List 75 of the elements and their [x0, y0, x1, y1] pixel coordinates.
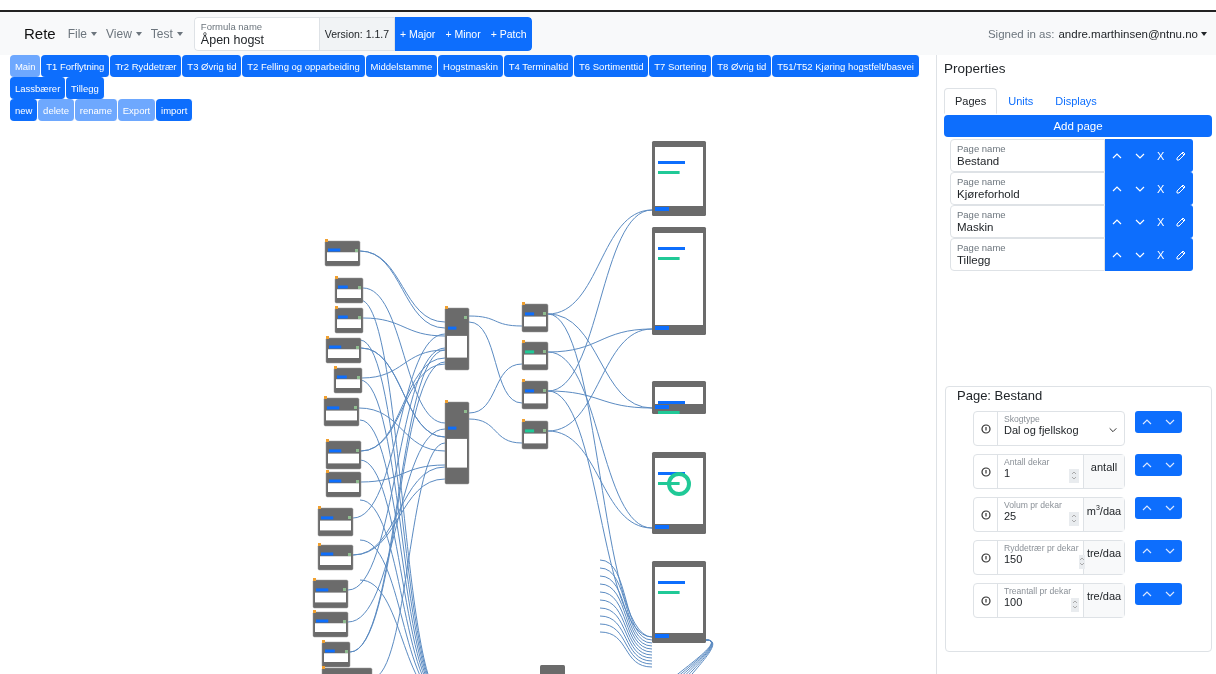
- version-label: Version: 1.1.7: [318, 16, 396, 51]
- page-tab[interactable]: T4 Terminaltid: [503, 55, 575, 77]
- action-button[interactable]: new: [10, 99, 39, 121]
- display-node[interactable]: [652, 452, 706, 534]
- graph-node[interactable]: [521, 419, 549, 450]
- edit-page-button[interactable]: [1175, 248, 1188, 261]
- edit-page-button[interactable]: [1175, 149, 1188, 162]
- page-name-field[interactable]: Page name Kjøreforhold: [950, 172, 1105, 205]
- page-tab[interactable]: Tr2 Ryddetrær: [110, 55, 183, 77]
- graph-node[interactable]: [324, 239, 361, 267]
- display-node[interactable]: [652, 381, 706, 414]
- menu-button[interactable]: Test: [150, 26, 184, 41]
- page-tab[interactable]: Tillegg: [66, 77, 105, 99]
- caret-icon: [1200, 29, 1208, 38]
- card-title: Page: Bestand: [957, 388, 1043, 403]
- version-button[interactable]: + Minor: [440, 16, 486, 51]
- graph-node[interactable]: [325, 439, 362, 470]
- page-tab[interactable]: Lassbærer: [10, 77, 67, 99]
- graph-node[interactable]: [312, 610, 349, 638]
- edit-page-button[interactable]: [1175, 215, 1188, 228]
- page-tab[interactable]: T1 Forflytning: [41, 55, 111, 77]
- formula-name-field[interactable]: Formula name Åpen hogst: [193, 16, 319, 51]
- user-menu[interactable]: andre.marthinsen@ntnu.no: [1058, 27, 1208, 40]
- graph-node[interactable]: [333, 366, 363, 394]
- page-tab[interactable]: T3 Øvrig tid: [182, 55, 243, 77]
- page-name-field[interactable]: Page name Tillegg: [950, 238, 1105, 271]
- page-tab[interactable]: Hogstmaskin: [438, 55, 504, 77]
- graph-node[interactable]: [444, 400, 470, 485]
- signed-in-label: Signed in as:: [987, 27, 1055, 40]
- graph-node[interactable]: [325, 336, 362, 364]
- graph-node[interactable]: [521, 379, 549, 410]
- graph-node[interactable]: [334, 306, 364, 334]
- graph-node[interactable]: [521, 340, 549, 371]
- action-button[interactable]: import: [156, 99, 194, 121]
- delete-page-button[interactable]: X: [1156, 248, 1165, 261]
- panel-tab[interactable]: Displays: [1044, 88, 1108, 114]
- graph-node[interactable]: [317, 506, 354, 537]
- display-node[interactable]: [652, 227, 706, 335]
- display-node[interactable]: [652, 141, 706, 216]
- graph-node[interactable]: [325, 470, 362, 498]
- page-tab[interactable]: T8 Øvrig tid: [712, 55, 773, 77]
- panel-title: Properties: [944, 61, 1006, 76]
- delete-page-button[interactable]: X: [1156, 149, 1165, 162]
- add-page-button[interactable]: Add page: [944, 115, 1212, 137]
- menu-button[interactable]: File: [67, 26, 99, 41]
- graph-node[interactable]: [521, 302, 549, 333]
- graph-node[interactable]: [334, 276, 364, 304]
- delete-page-button[interactable]: X: [1156, 182, 1165, 195]
- graph-node[interactable]: [312, 578, 349, 609]
- menu-button[interactable]: View: [106, 26, 143, 41]
- display-node[interactable]: [540, 665, 565, 674]
- delete-page-button[interactable]: X: [1156, 215, 1165, 228]
- graph-node[interactable]: [317, 543, 354, 571]
- version-button[interactable]: + Patch: [485, 16, 532, 51]
- page-tab[interactable]: T7 Sortering: [649, 55, 713, 77]
- panel-tab[interactable]: Pages: [944, 88, 998, 114]
- display-node[interactable]: [652, 561, 706, 643]
- page-name-field[interactable]: Page name Bestand: [950, 139, 1105, 172]
- page-tab[interactable]: T2 Felling og opparbeiding: [242, 55, 366, 77]
- page-tab[interactable]: T51/T52 Kjøring hogstfelt/basvei: [772, 55, 920, 77]
- edit-page-button[interactable]: [1175, 182, 1188, 195]
- page-tab[interactable]: Middelstamme: [365, 55, 439, 77]
- panel-tab[interactable]: Units: [997, 88, 1045, 114]
- page-tab[interactable]: T6 Sortimenttid: [574, 55, 650, 77]
- caret-icon: [90, 29, 99, 38]
- graph-node[interactable]: [444, 306, 470, 371]
- version-button[interactable]: + Major: [395, 16, 441, 51]
- connector-line: [468, 418, 523, 444]
- graph-node[interactable]: [321, 666, 373, 674]
- page-name-field[interactable]: Page name Maskin: [950, 205, 1105, 238]
- caret-icon: [175, 29, 184, 38]
- graph-node[interactable]: [323, 396, 360, 427]
- caret-icon: [134, 29, 143, 38]
- app-brand[interactable]: Rete: [24, 25, 56, 42]
- page-tab[interactable]: Main: [10, 55, 42, 77]
